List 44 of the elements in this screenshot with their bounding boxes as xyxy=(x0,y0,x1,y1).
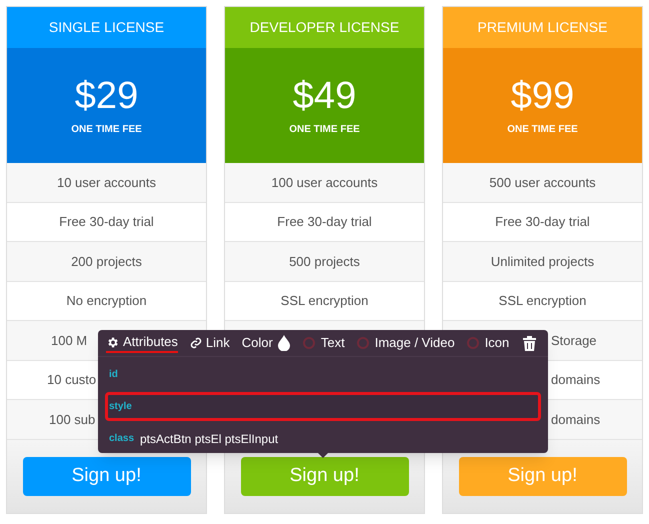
plan-title: PREMIUM LICENSE xyxy=(443,7,642,48)
feature-text: 500 user accounts xyxy=(489,174,596,192)
fee-note: ONE TIME FEE xyxy=(71,123,142,137)
drop-icon xyxy=(276,335,291,351)
feature-text: 10 custo xyxy=(47,371,96,389)
feature-text: Free 30-day trial xyxy=(277,213,372,231)
field-value: ptsActBtn ptsEl ptsElInput xyxy=(140,430,278,448)
attribute-field[interactable]: id xyxy=(105,360,541,389)
editor-tab[interactable]: Color xyxy=(242,333,291,353)
feature-text: 10 user accounts xyxy=(56,174,156,192)
feature-text: SSL encryption xyxy=(280,292,368,310)
feature-text: Free 30-day trial xyxy=(59,213,154,231)
feature-text: No encryption xyxy=(66,292,147,310)
attribute-field[interactable]: class ptsActBtn ptsEl ptsElInput xyxy=(105,424,541,453)
feature-text: 100 user accounts xyxy=(271,174,378,192)
feature-text: SSL encryption xyxy=(498,292,586,310)
attribute-field[interactable]: style xyxy=(105,392,541,421)
radio-option[interactable]: Text xyxy=(302,333,345,353)
feature-text: 100 M xyxy=(51,332,88,350)
plan-title: DEVELOPER LICENSE xyxy=(225,7,424,48)
feature-text: 100 sub xyxy=(49,410,96,428)
feature-text: Free 30-day trial xyxy=(495,213,590,231)
feature-text: 500 projects xyxy=(289,252,360,271)
feature-text: domains xyxy=(551,410,600,428)
plan-title: SINGLE LICENSE xyxy=(7,7,206,48)
field-label: id xyxy=(108,368,119,382)
radio-option[interactable]: Icon xyxy=(466,333,510,353)
trash-icon[interactable] xyxy=(523,336,536,350)
feature-text: 200 projects xyxy=(71,252,142,271)
feature-text: Unlimited projects xyxy=(490,252,594,271)
field-label: class xyxy=(108,432,136,446)
editor-tab[interactable]: Link xyxy=(190,333,230,353)
radio-option[interactable]: Image / Video xyxy=(356,333,455,353)
price: $49 xyxy=(292,74,356,118)
editor-tab[interactable]: Attributes xyxy=(106,333,178,353)
price: $99 xyxy=(510,74,574,118)
price: $29 xyxy=(74,74,138,118)
link-icon xyxy=(190,337,202,349)
fee-note: ONE TIME FEE xyxy=(289,123,360,137)
field-label: style xyxy=(108,400,133,414)
feature-text: domains xyxy=(551,371,600,389)
feature-text: Storage xyxy=(551,332,597,350)
fee-note: ONE TIME FEE xyxy=(507,123,578,137)
settings-icon xyxy=(106,336,119,348)
